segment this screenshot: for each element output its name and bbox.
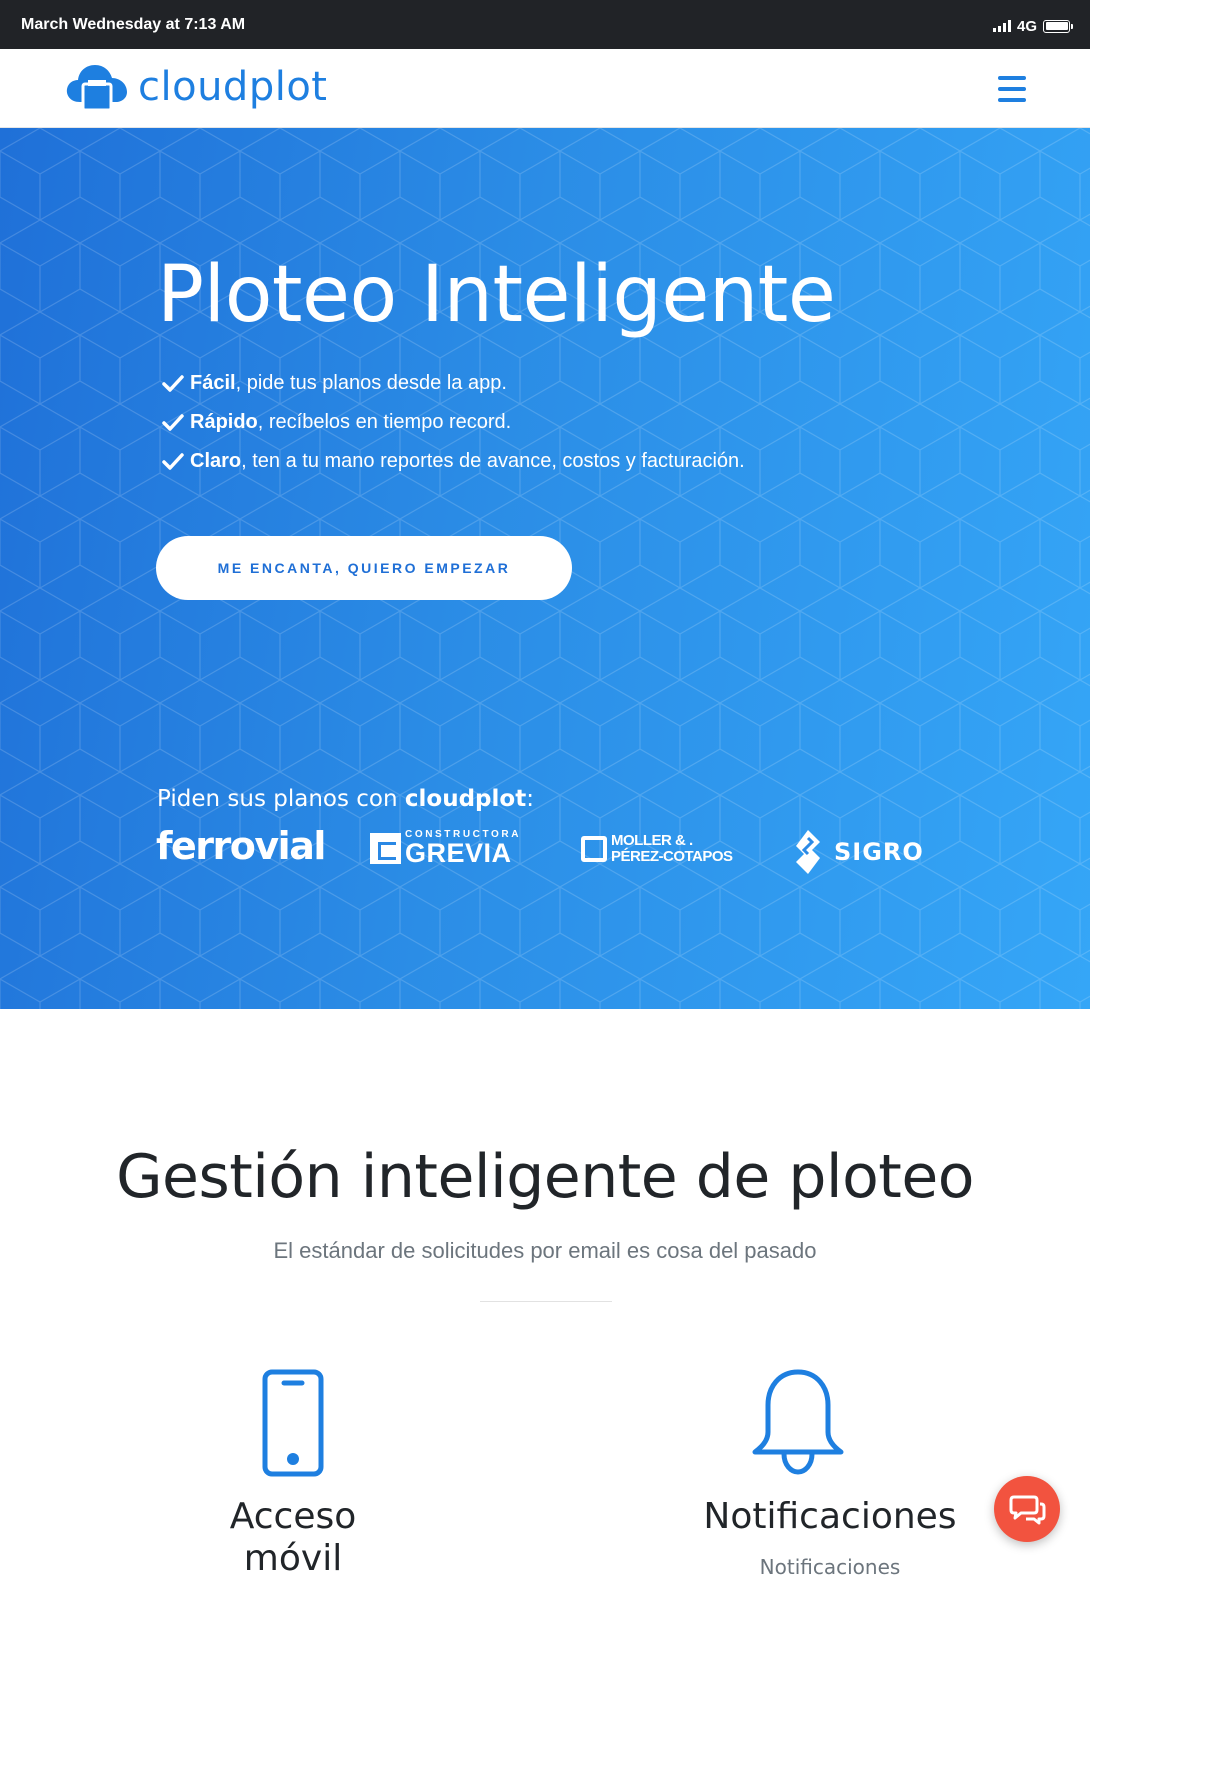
- feature-bold: Claro: [190, 450, 242, 472]
- menu-bar: [998, 76, 1026, 80]
- sigro-wordmark: SIGRO: [834, 838, 924, 866]
- sigro-diamond-icon: [796, 830, 820, 874]
- feature-label-line: móvil: [243, 1538, 343, 1579]
- moller-mark-icon: [581, 835, 607, 862]
- status-bar: March Wednesday at 7:13 AM 4G: [0, 0, 1090, 49]
- check-icon: [162, 452, 184, 470]
- section-divider: [480, 1301, 612, 1302]
- feature-bold: Rápido: [190, 411, 258, 433]
- feature-label-line: Notificaciones: [759, 1555, 901, 1579]
- clients-heading: Piden sus planos con cloudplot:: [157, 786, 534, 812]
- ferrovial-logo: ferrovial: [156, 824, 326, 868]
- menu-bar: [998, 98, 1026, 102]
- hero-feature-list: Fácil, pide tus planos desde la app. Ráp…: [162, 364, 745, 481]
- feature-text: , pide tus planos desde la app.: [235, 372, 507, 394]
- feature-label-line: Acceso: [229, 1496, 357, 1537]
- check-icon: [162, 413, 184, 431]
- status-time: March Wednesday at 7:13 AM: [21, 16, 246, 33]
- start-cta-button[interactable]: ME ENCANTA, QUIERO EMPEZAR: [156, 536, 572, 600]
- section-title: Gestión inteligente de ploteo: [116, 1142, 974, 1212]
- signal-icon: [992, 20, 1011, 32]
- moller-logo: MOLLER & . PÉREZ-COTAPOS: [581, 833, 733, 865]
- brand-name: cloudplot: [138, 64, 328, 110]
- brand-logo-link[interactable]: cloudplot: [66, 62, 327, 112]
- menu-bar: [998, 87, 1026, 91]
- hero-title: Ploteo Inteligente: [157, 250, 836, 340]
- section-subtitle: El estándar de solicitudes por email es …: [273, 1238, 817, 1263]
- grevia-wordmark: GREVIA: [405, 838, 512, 868]
- feature-label-notifications: Notificaciones Notificaciones: [680, 1496, 980, 1588]
- battery-icon: [1043, 19, 1073, 33]
- client-logos: ferrovial CONSTRUCTORA GREVIA MOLLER & .…: [156, 822, 956, 882]
- feature-label-mobile: Acceso móvil: [193, 1496, 393, 1580]
- hamburger-menu-button[interactable]: [998, 74, 1026, 104]
- feature-bold: Fácil: [190, 372, 236, 394]
- check-icon: [162, 374, 184, 392]
- feature-item: Claro, ten a tu mano reportes de avance,…: [162, 442, 745, 481]
- ferrovial-wordmark: ferrovial: [156, 824, 326, 868]
- grevia-logo: CONSTRUCTORA GREVIA: [370, 830, 521, 867]
- cloud-printer-icon: [66, 65, 127, 112]
- sigro-logo: SIGRO: [790, 828, 924, 876]
- feature-item: Rápido, recíbelos en tiempo record.: [162, 403, 745, 442]
- clients-prefix: Piden sus planos con: [157, 786, 405, 812]
- grevia-mark-icon: [370, 833, 401, 864]
- chat-widget-button[interactable]: [994, 1476, 1060, 1542]
- clients-brand: cloudplot: [404, 786, 527, 812]
- feature-item: Fácil, pide tus planos desde la app.: [162, 364, 745, 403]
- network-type: 4G: [1016, 17, 1037, 35]
- moller-line1: MOLLER & .: [611, 832, 693, 849]
- feature-text: , recíbelos en tiempo record.: [257, 411, 512, 433]
- feature-text: , ten a tu mano reportes de avance, cost…: [241, 450, 745, 472]
- mobile-phone-icon: [262, 1369, 324, 1477]
- chat-bubbles-icon: [1009, 1495, 1046, 1525]
- feature-label-line: Notificaciones: [703, 1496, 957, 1537]
- top-navbar: cloudplot: [0, 49, 1090, 128]
- hero-section: Ploteo Inteligente Fácil, pide tus plano…: [0, 128, 1090, 1009]
- moller-line2: PÉREZ-COTAPOS: [611, 847, 733, 865]
- bell-icon: [752, 1369, 844, 1475]
- status-indicators: 4G: [992, 15, 1073, 37]
- clients-suffix: :: [526, 786, 534, 812]
